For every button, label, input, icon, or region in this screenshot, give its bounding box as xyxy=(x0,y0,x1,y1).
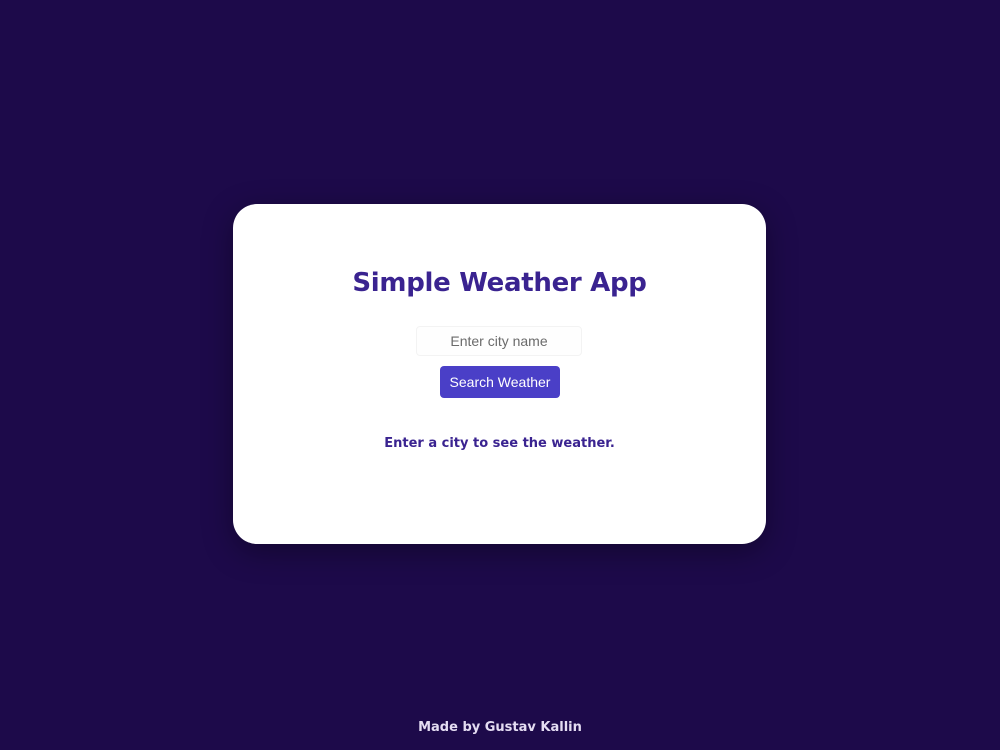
weather-status-message: Enter a city to see the weather. xyxy=(384,436,615,451)
weather-card: Simple Weather App Search Weather Enter … xyxy=(233,204,766,544)
city-search-input[interactable] xyxy=(416,326,582,356)
search-weather-button[interactable]: Search Weather xyxy=(440,366,560,398)
app-title: Simple Weather App xyxy=(352,268,647,298)
footer-credit: Made by Gustav Kallin xyxy=(418,720,582,735)
